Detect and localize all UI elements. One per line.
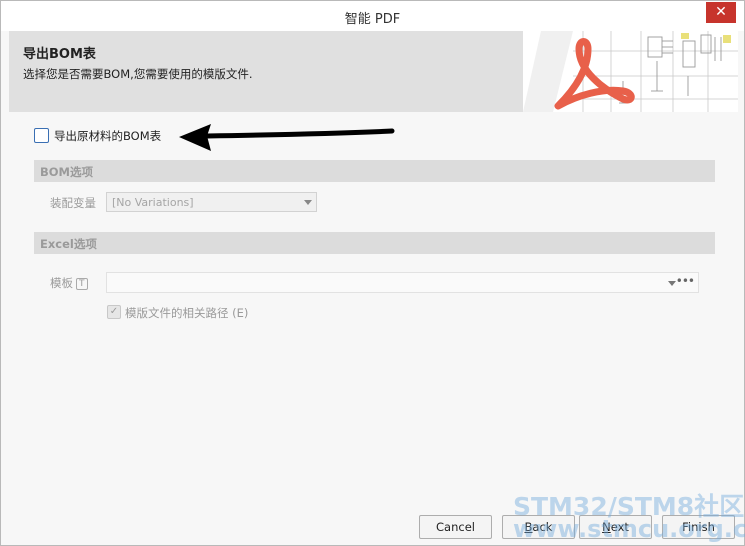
wizard-header: 导出BOM表 选择您是否需要BOM,您需要使用的模版文件.	[9, 31, 738, 112]
site-watermark: STM32/STM8社区 www.stmcu.org.cn	[513, 487, 745, 545]
variant-select-value: [No Variations]	[112, 196, 194, 209]
export-bom-checkbox[interactable]	[34, 128, 49, 143]
watermark-line-2: www.stmcu.org.cn	[513, 515, 745, 543]
template-select[interactable]: •••	[106, 272, 699, 293]
template-label: 模板 T	[50, 275, 88, 291]
window-title: 智能 PDF	[344, 12, 401, 27]
relative-path-label-text: 模版文件的相关路径	[125, 306, 229, 320]
variant-select[interactable]: [No Variations]	[106, 192, 317, 212]
relative-path-checkbox: ✓	[107, 305, 121, 319]
relative-path-shortcut: (E)	[232, 306, 249, 320]
cancel-button[interactable]: Cancel	[419, 515, 492, 539]
pdf-logo-icon	[523, 31, 738, 112]
wizard-window: 智能 PDF ✕ 导出BOM表 选择您是否需要BOM,您需要使用的模版文件. 导…	[0, 0, 745, 546]
variant-label: 装配变量	[50, 196, 96, 210]
title-bar: 智能 PDF ✕	[1, 1, 744, 31]
page-subtitle: 选择您是否需要BOM,您需要使用的模版文件.	[23, 67, 253, 81]
template-info-icon: T	[76, 277, 88, 290]
relative-path-label: 模版文件的相关路径 (E)	[125, 305, 248, 321]
page-title: 导出BOM表	[23, 47, 96, 62]
template-label-text: 模板	[50, 276, 73, 290]
browse-button[interactable]: •••	[676, 274, 695, 288]
close-button[interactable]: ✕	[706, 2, 736, 23]
export-bom-label[interactable]: 导出原材料的BOM表	[54, 128, 161, 144]
chevron-down-icon	[304, 200, 312, 205]
annotation-arrow-icon	[179, 124, 395, 151]
excel-options-header: Excel选项	[34, 232, 715, 254]
bom-options-header: BOM选项	[34, 160, 715, 182]
